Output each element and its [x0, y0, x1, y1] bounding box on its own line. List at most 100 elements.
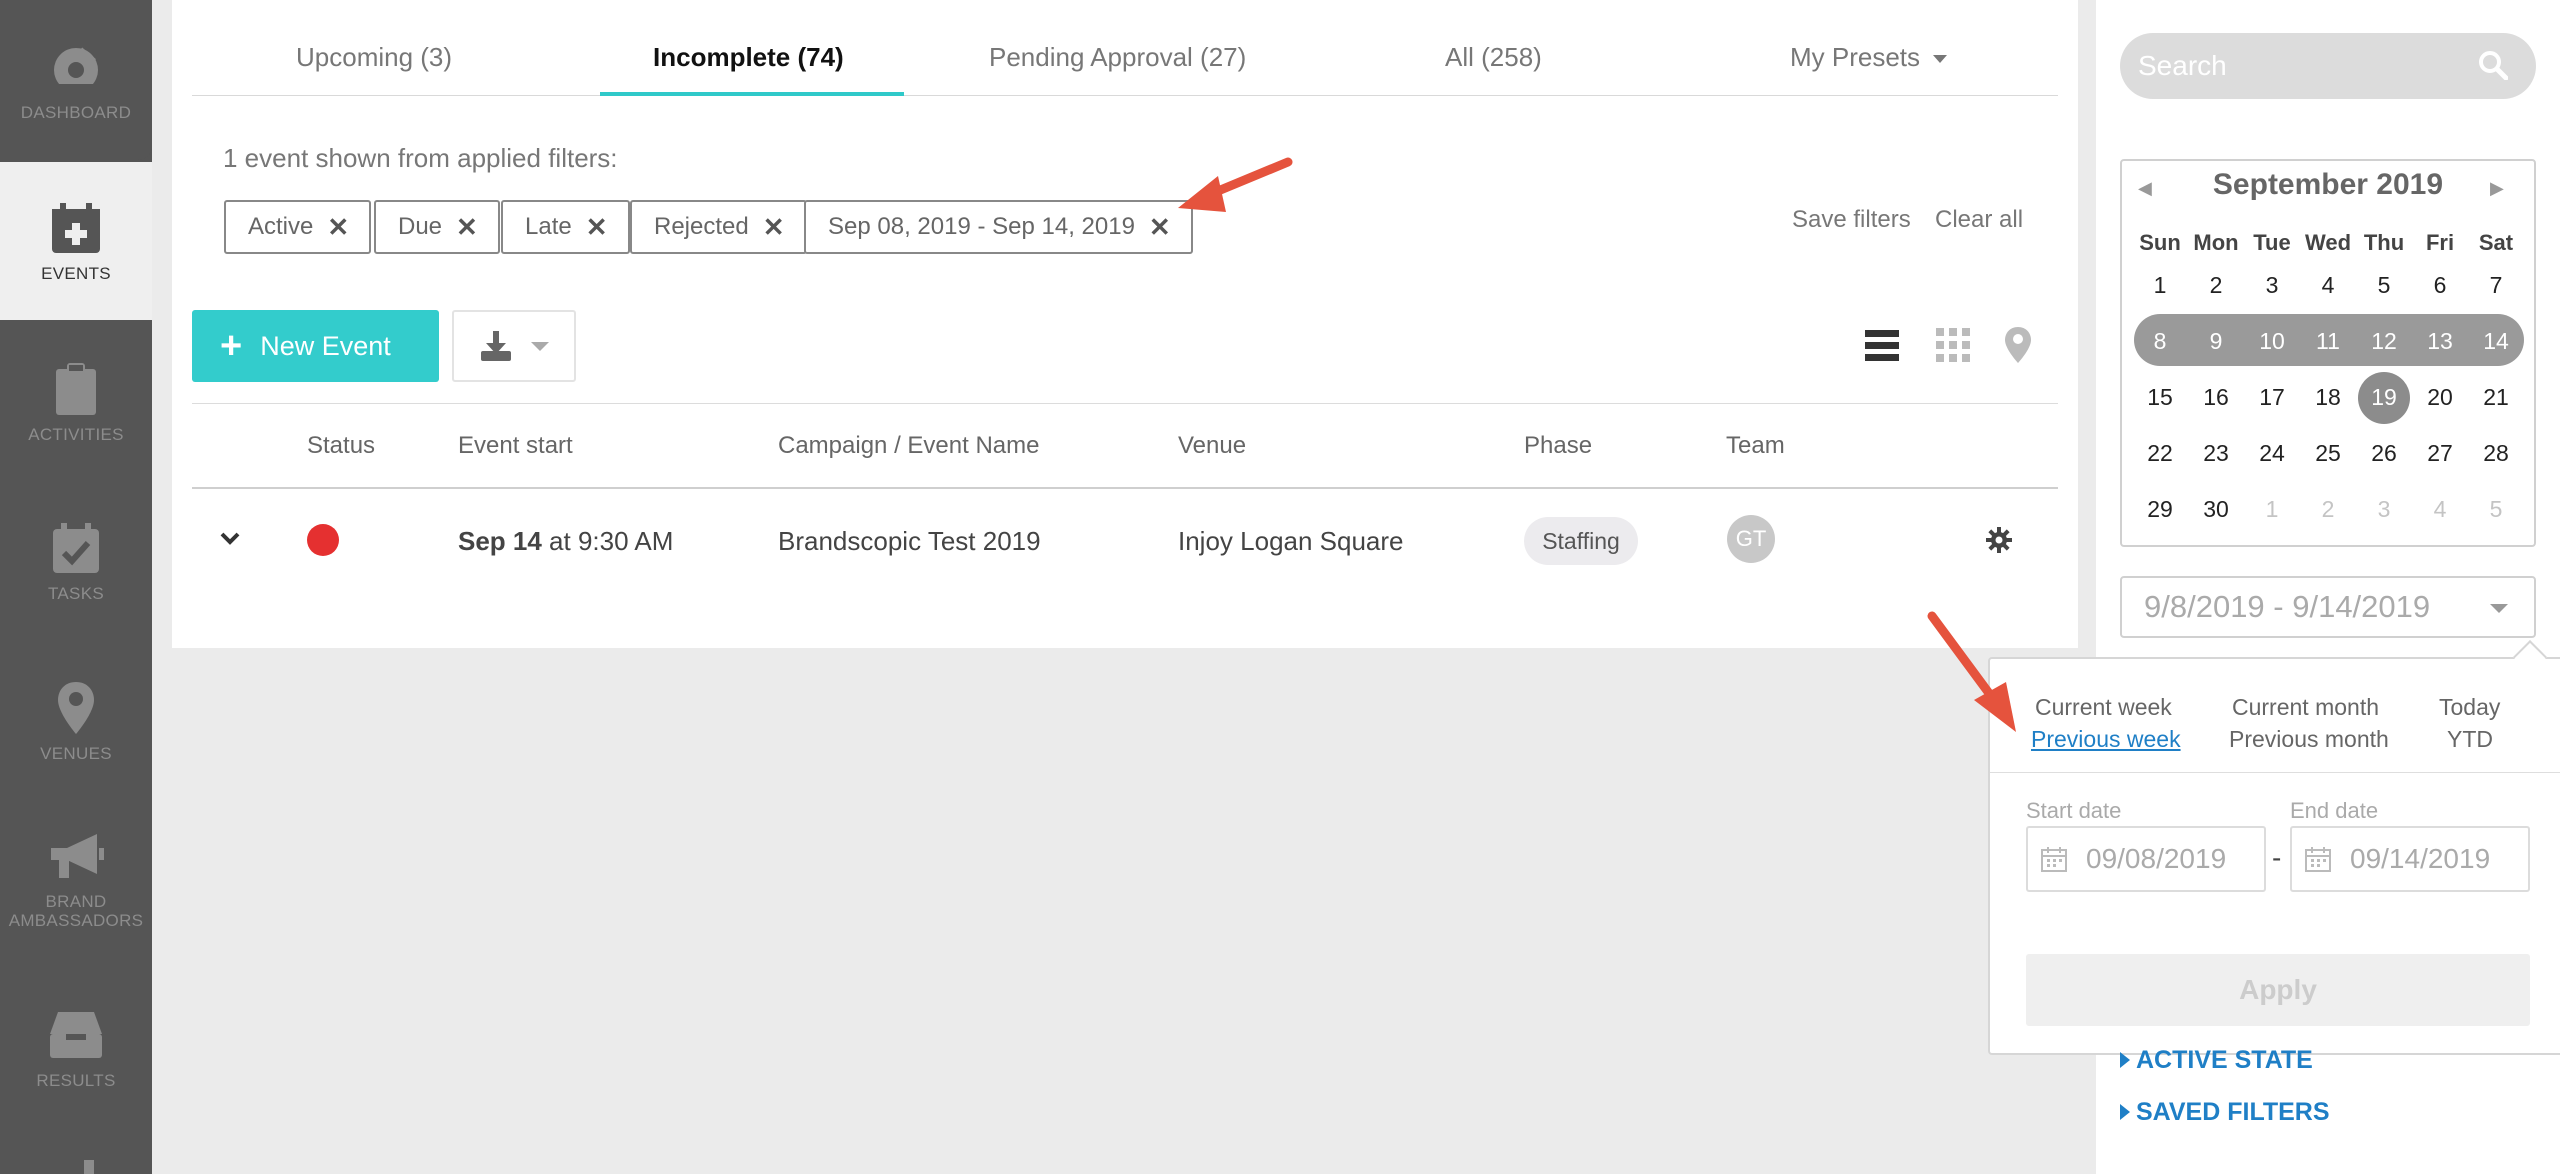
calendar-day[interactable]: 13 — [2412, 328, 2468, 355]
grid-view-icon[interactable] — [1936, 328, 1970, 362]
calendar-day[interactable]: 22 — [2132, 440, 2188, 467]
calendar-day[interactable]: 10 — [2244, 328, 2300, 355]
end-date-input[interactable]: 09/14/2019 — [2290, 826, 2530, 892]
calendar-day[interactable]: 26 — [2356, 440, 2412, 467]
tab-upcoming[interactable]: Upcoming (3) — [296, 42, 452, 73]
calendar-day[interactable]: 14 — [2468, 328, 2524, 355]
calendar-day[interactable]: 4 — [2412, 496, 2468, 523]
calendar-day[interactable]: 23 — [2188, 440, 2244, 467]
sidebar-item-label: TASKS — [48, 584, 104, 603]
calendar-day[interactable]: 7 — [2468, 272, 2524, 299]
calendar-day[interactable]: 25 — [2300, 440, 2356, 467]
caret-right-icon — [2120, 1104, 2130, 1120]
preset-previous-month[interactable]: Previous month — [2229, 726, 2389, 753]
filter-chip-active[interactable]: Active ✕ — [224, 200, 372, 254]
tab-my-presets[interactable]: My Presets — [1790, 42, 1948, 73]
prev-month-icon[interactable]: ◀ — [2138, 178, 2152, 199]
section-saved-filters[interactable]: SAVED FILTERS — [2120, 1098, 2330, 1127]
venue-name[interactable]: Injoy Logan Square — [1178, 526, 1404, 557]
next-month-icon[interactable]: ▶ — [2490, 178, 2504, 199]
col-header-status[interactable]: Status — [307, 432, 375, 460]
map-view-icon[interactable] — [2004, 326, 2032, 364]
remove-filter-icon[interactable]: ✕ — [327, 212, 349, 243]
weekday-label: Fri — [2425, 230, 2455, 255]
tab-incomplete[interactable]: Incomplete (74) — [653, 42, 844, 73]
date-range-select[interactable]: 9/8/2019 - 9/14/2019 — [2120, 576, 2536, 638]
save-filters-link[interactable]: Save filters — [1792, 206, 1911, 234]
tab-pending-approval[interactable]: Pending Approval (27) — [989, 42, 1246, 73]
calendar-day[interactable]: 21 — [2468, 384, 2524, 411]
apply-button[interactable]: Apply — [2026, 954, 2530, 1026]
calendar-day[interactable]: 8 — [2132, 328, 2188, 355]
preset-current-month[interactable]: Current month — [2232, 694, 2379, 721]
col-header-phase[interactable]: Phase — [1524, 432, 1592, 460]
remove-filter-icon[interactable]: ✕ — [456, 212, 478, 243]
sidebar-item-events[interactable]: EVENTS — [0, 162, 152, 320]
date-range-value: 9/8/2019 - 9/14/2019 — [2144, 589, 2431, 624]
sidebar-item-results[interactable]: RESULTS — [0, 968, 152, 1128]
calendar-day[interactable]: 6 — [2412, 272, 2468, 299]
filter-chip-due[interactable]: Due ✕ — [374, 200, 500, 254]
calendar-day[interactable]: 9 — [2188, 328, 2244, 355]
calendar-day[interactable]: 15 — [2132, 384, 2188, 411]
team-avatar[interactable]: GT — [1727, 515, 1775, 563]
calendar-day[interactable]: 30 — [2188, 496, 2244, 523]
sidebar-item-label: VENUES — [40, 744, 112, 763]
col-header-venue[interactable]: Venue — [1178, 432, 1246, 460]
col-header-team[interactable]: Team — [1726, 432, 1785, 460]
calendar-day[interactable]: 5 — [2356, 272, 2412, 299]
sidebar-item-venues[interactable]: VENUES — [0, 642, 152, 800]
calendar-day[interactable]: 24 — [2244, 440, 2300, 467]
calendar-day[interactable]: 2 — [2300, 496, 2356, 523]
remove-filter-icon[interactable]: ✕ — [763, 212, 785, 243]
filter-chip-date-range[interactable]: Sep 08, 2019 - Sep 14, 2019 ✕ — [804, 200, 1193, 254]
filter-chip-late[interactable]: Late ✕ — [501, 200, 630, 254]
start-date-input[interactable]: 09/08/2019 — [2026, 826, 2266, 892]
download-button[interactable] — [452, 310, 576, 382]
filter-chip-label: Due — [398, 213, 443, 240]
calendar-day[interactable]: 19 — [2356, 384, 2412, 411]
preset-today[interactable]: Today — [2439, 694, 2500, 721]
col-header-event-start[interactable]: Event start — [458, 432, 573, 460]
calendar-day[interactable]: 4 — [2300, 272, 2356, 299]
remove-filter-icon[interactable]: ✕ — [586, 212, 608, 243]
calendar-day[interactable]: 3 — [2356, 496, 2412, 523]
filter-chip-rejected[interactable]: Rejected ✕ — [630, 200, 807, 254]
calendar-day[interactable]: 29 — [2132, 496, 2188, 523]
calendar-day[interactable]: 28 — [2468, 440, 2524, 467]
filter-chip-label: Active — [248, 213, 314, 240]
section-active-state[interactable]: ACTIVE STATE — [2120, 1046, 2313, 1075]
preset-ytd[interactable]: YTD — [2447, 726, 2493, 753]
preset-previous-week[interactable]: Previous week — [2031, 726, 2181, 753]
sidebar-item-dashboard[interactable]: DASHBOARD — [0, 0, 152, 160]
calendar-day[interactable]: 1 — [2244, 496, 2300, 523]
calendar-day[interactable]: 18 — [2300, 384, 2356, 411]
calendar-day[interactable]: 3 — [2244, 272, 2300, 299]
preset-current-week[interactable]: Current week — [2035, 694, 2172, 721]
calendar-day[interactable]: 17 — [2244, 384, 2300, 411]
gear-icon[interactable] — [1986, 527, 2012, 553]
col-header-campaign[interactable]: Campaign / Event Name — [778, 432, 1039, 460]
calendar-day[interactable]: 1 — [2132, 272, 2188, 299]
tab-all[interactable]: All (258) — [1445, 42, 1542, 73]
calendar-day[interactable]: 27 — [2412, 440, 2468, 467]
calendar-day[interactable]: 5 — [2468, 496, 2524, 523]
clear-all-link[interactable]: Clear all — [1935, 206, 2023, 234]
campaign-name[interactable]: Brandscopic Test 2019 — [778, 526, 1041, 557]
list-view-icon[interactable] — [1865, 328, 1899, 362]
sidebar-item-brand-ambassadors[interactable]: BRAND AMBASSADORS — [0, 808, 152, 948]
remove-filter-icon[interactable]: ✕ — [1149, 212, 1171, 243]
calendar-day[interactable]: 11 — [2300, 328, 2356, 355]
calendar-day[interactable]: 16 — [2188, 384, 2244, 411]
annotation-arrow — [1178, 157, 1293, 212]
search-input[interactable]: Search — [2120, 33, 2536, 99]
annotation-arrow — [1927, 611, 2016, 732]
calendar-day[interactable]: 12 — [2356, 328, 2412, 355]
calendar-day[interactable]: 20 — [2412, 384, 2468, 411]
sidebar-item-tasks[interactable]: TASKS — [0, 482, 152, 640]
calendar-day[interactable]: 2 — [2188, 272, 2244, 299]
new-event-button[interactable]: + New Event — [192, 310, 439, 382]
search-icon[interactable] — [2478, 50, 2508, 80]
sidebar-item-activities[interactable]: ACTIVITIES — [0, 322, 152, 482]
expand-chevron-icon[interactable] — [220, 532, 240, 546]
